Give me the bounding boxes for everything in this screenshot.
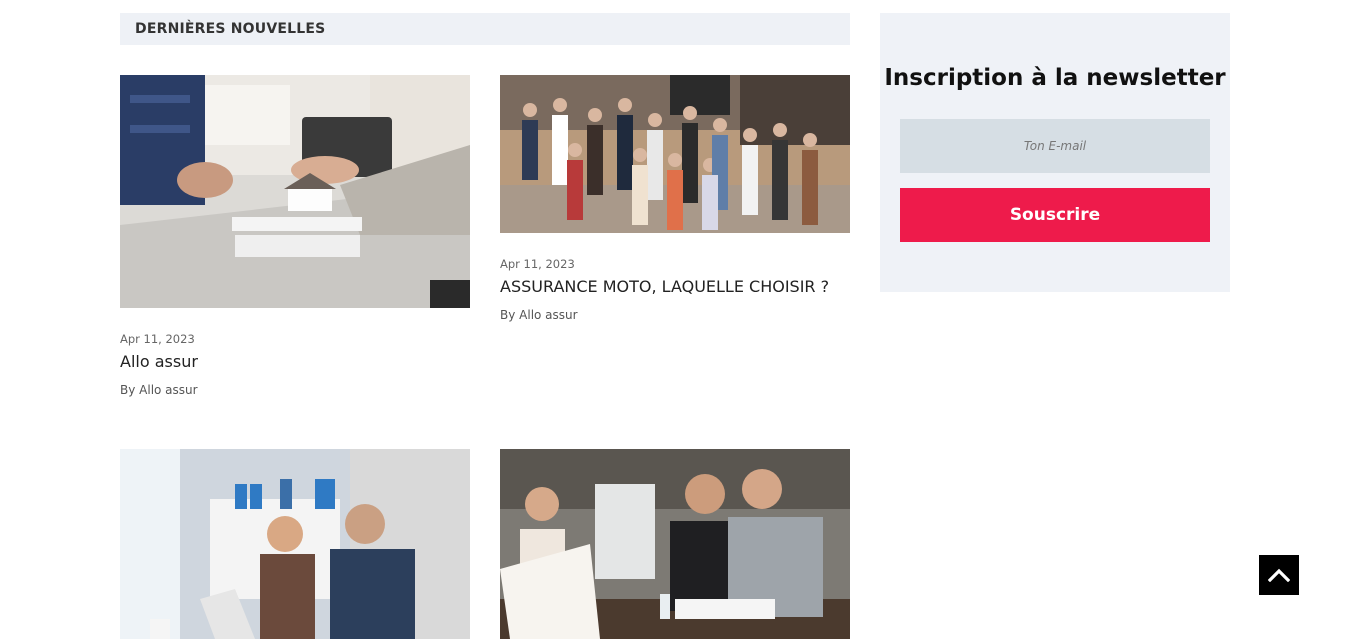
post-date: Apr 11, 2023 [120, 332, 195, 346]
post-card[interactable]: Apr 11, 2023 ASSURANCE MOTO, LAQUELLE CH… [500, 75, 850, 322]
post-image[interactable] [120, 75, 470, 308]
newsletter-panel: Inscription à la newsletter Souscrire [880, 13, 1230, 292]
post-author: By Allo assur [500, 308, 578, 323]
business-men-at-laptop-photo [120, 449, 470, 639]
email-field[interactable] [900, 119, 1210, 173]
post-image[interactable] [500, 449, 850, 639]
crowd-networking-event-photo [500, 75, 850, 233]
post-card[interactable]: Apr 11, 2023 Allo assur By Allo assur [120, 75, 470, 397]
post-author: By Allo assur [120, 383, 198, 398]
post-card[interactable] [500, 449, 850, 639]
post-image[interactable] [500, 75, 850, 233]
post-title-link[interactable]: ASSURANCE MOTO, LAQUELLE CHOISIR ? [500, 277, 850, 296]
business-meeting-table-photo [500, 449, 850, 639]
post-image[interactable] [120, 449, 470, 639]
post-title-link[interactable]: Allo assur [120, 352, 470, 371]
subscribe-button[interactable]: Souscrire [900, 188, 1210, 242]
scroll-to-top-button[interactable] [1259, 555, 1299, 595]
section-title: DERNIÈRES NOUVELLES [135, 21, 326, 37]
section-header: DERNIÈRES NOUVELLES [120, 13, 850, 45]
post-date: Apr 11, 2023 [500, 257, 575, 271]
chevron-up-icon [1268, 568, 1290, 582]
newsletter-heading: Inscription à la newsletter [884, 65, 1226, 91]
real-estate-meeting-photo [120, 75, 470, 308]
post-card[interactable] [120, 449, 470, 639]
